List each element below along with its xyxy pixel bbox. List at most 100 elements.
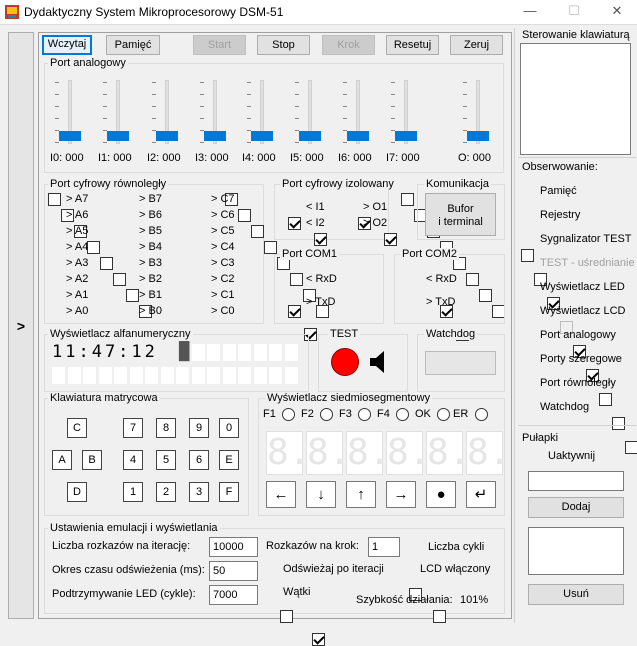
close-button[interactable]: ✕ (602, 2, 632, 20)
keypad-key[interactable]: 1 (123, 482, 143, 502)
analog-slider-thumb[interactable] (107, 131, 129, 141)
keypad-key[interactable]: 6 (189, 450, 209, 470)
isolated-checkbox[interactable] (314, 233, 327, 246)
keypad-key[interactable]: C (67, 418, 87, 438)
parallel-bit-checkbox[interactable] (87, 241, 100, 254)
activate-traps-label: Uaktywnij (548, 450, 596, 462)
slider-tick (295, 118, 299, 119)
stop-button[interactable]: Stop (257, 35, 310, 55)
refresh-period-label: Okres czasu odświeżenia (ms): (52, 564, 205, 576)
minimize-button[interactable]: — (515, 2, 545, 20)
com1-rxd-checkbox[interactable] (288, 305, 301, 318)
slider-tick (152, 82, 156, 83)
lcd-on-checkbox[interactable] (433, 610, 447, 623)
analog-slider-thumb[interactable] (251, 131, 273, 141)
add-trap-button[interactable]: Dodaj (528, 497, 624, 518)
threads-checkbox[interactable] (312, 633, 326, 646)
remove-trap-button[interactable]: Usuń (528, 584, 624, 605)
watchdog-indicator (425, 351, 496, 375)
segment-arrow-button[interactable]: → (386, 481, 416, 508)
isolated-checkbox[interactable] (288, 217, 301, 230)
keypad-key[interactable]: A (52, 450, 72, 470)
segment-arrow-button[interactable]: ● (426, 481, 456, 508)
refresh-period-input[interactable]: 50 (209, 561, 258, 581)
segment-digit: 8. (266, 431, 311, 475)
traps-list[interactable] (528, 527, 624, 575)
slider-tick (463, 118, 467, 119)
analog-slider-thumb[interactable] (347, 131, 369, 141)
expand-side-button[interactable]: > (8, 32, 34, 619)
segment-digit: 8. (426, 431, 470, 475)
segment-flag-indicator (358, 408, 371, 421)
per-step-input[interactable]: 1 (368, 537, 400, 557)
keypad-key[interactable]: 9 (189, 418, 209, 438)
isolated-checkbox[interactable] (384, 233, 397, 246)
segment-flag-label: F2 (301, 408, 314, 420)
led-hold-input[interactable]: 7000 (209, 585, 258, 605)
observe-label: Wyświetlacz LED (540, 281, 625, 293)
com2-title: Port COM2 (400, 248, 460, 260)
keypad-key[interactable]: 2 (156, 482, 176, 502)
segment-flag-label: F1 (263, 408, 276, 420)
keypad-key[interactable]: E (219, 450, 239, 470)
segment-flag-indicator (282, 408, 295, 421)
segment-arrow-button[interactable]: ↑ (346, 481, 376, 508)
iterations-input[interactable]: 10000 (209, 537, 258, 557)
observe-checkbox[interactable] (625, 441, 637, 454)
zero-button[interactable]: Zeruj (450, 35, 503, 55)
parallel-bit-checkbox[interactable] (126, 289, 139, 302)
analog-slider-thumb[interactable] (467, 131, 489, 141)
maximize-button[interactable]: ☐ (559, 2, 589, 20)
keypad-key[interactable]: 3 (189, 482, 209, 502)
analog-slider-thumb[interactable] (156, 131, 178, 141)
isolated-port-title: Port cyfrowy izolowany (280, 178, 396, 190)
parallel-bit-checkbox[interactable] (48, 193, 61, 206)
keypad-key[interactable]: 0 (219, 418, 239, 438)
parallel-bit-checkbox[interactable] (264, 241, 277, 254)
lcd-cell (238, 344, 251, 361)
analog-slider-thumb[interactable] (204, 131, 226, 141)
trap-address-input[interactable] (528, 471, 624, 491)
memory-button[interactable]: Pamięć (106, 35, 160, 55)
observe-checkbox[interactable] (612, 417, 625, 430)
parallel-bit-checkbox[interactable] (238, 209, 251, 222)
lcd-cell (191, 367, 205, 384)
parallel-bit-checkbox[interactable] (100, 257, 113, 270)
refresh-iter-label: Odświeżaj po iteracji (283, 563, 384, 575)
com1-txd-label: > TxD (306, 296, 336, 308)
analog-slider-thumb[interactable] (299, 131, 321, 141)
keypad-key[interactable]: 5 (156, 450, 176, 470)
lcd-cell (160, 367, 174, 384)
analog-slider-thumb[interactable] (59, 131, 81, 141)
slider-tick (343, 118, 347, 119)
reset-button[interactable]: Resetuj (386, 35, 439, 55)
segment-arrow-button[interactable]: ↓ (306, 481, 336, 508)
parallel-bit-checkbox[interactable] (113, 273, 126, 286)
observe-checkbox[interactable] (599, 393, 612, 406)
keypad-key[interactable]: 8 (156, 418, 176, 438)
segment-digit: 8. (386, 431, 430, 475)
parallel-bit-checkbox[interactable] (251, 225, 264, 238)
keypad-key[interactable]: 7 (123, 418, 143, 438)
keypad-key[interactable]: D (67, 482, 87, 502)
keypad-key[interactable]: F (219, 482, 239, 502)
keypad-key[interactable]: B (82, 450, 102, 470)
analog-slider-thumb[interactable] (395, 131, 417, 141)
slider-tick (200, 118, 204, 119)
observe-checkbox[interactable] (521, 249, 534, 262)
keyboard-control-area[interactable] (520, 43, 631, 155)
segment-digit: 8. (306, 431, 350, 475)
refresh-iter-checkbox[interactable] (280, 610, 294, 623)
parallel-bit-label: > C4 (211, 241, 235, 253)
segment-arrow-button[interactable]: ← (266, 481, 296, 508)
slider-tick (55, 142, 59, 143)
start-button[interactable]: Start (193, 35, 246, 55)
keypad-key[interactable]: 4 (123, 450, 143, 470)
slider-tick (103, 94, 107, 95)
parallel-bit-checkbox[interactable] (401, 193, 414, 206)
buffer-terminal-button[interactable]: Bufor i terminal (425, 193, 496, 236)
segment-arrow-button[interactable]: ↵ (466, 481, 496, 508)
segment-digit-value: 8. (267, 432, 311, 473)
step-button[interactable]: Krok (322, 35, 375, 55)
load-button[interactable]: Wczytaj (42, 35, 92, 55)
